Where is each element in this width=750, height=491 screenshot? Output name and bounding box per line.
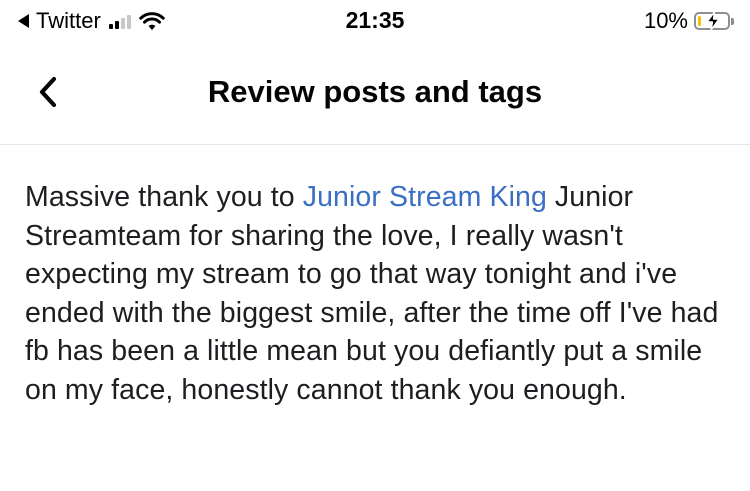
back-app-label: Twitter: [36, 8, 101, 33]
status-bar: Twitter 21:35 10%: [0, 0, 750, 44]
post-text-rest: Junior Streamteam for sharing the love, …: [25, 181, 719, 406]
battery-level-fill: [698, 16, 701, 26]
cellular-signal-icon: [108, 13, 131, 29]
battery-indicator: 10%: [644, 8, 734, 34]
screen: Twitter 21:35 10% Review posts and tags …: [0, 0, 750, 491]
page-title: Review posts and tags: [207, 74, 543, 109]
post-text: Massive thank you to Junior Stream King …: [25, 178, 725, 409]
back-triangle-icon: [18, 14, 29, 28]
battery-icon: [694, 12, 730, 30]
wifi-icon: [139, 12, 165, 30]
back-to-app-link[interactable]: Twitter: [18, 7, 165, 35]
battery-percent: 10%: [643, 8, 688, 33]
navigation-header: Review posts and tags: [0, 56, 750, 145]
post-text-intro: Massive thank you to: [25, 181, 303, 213]
mention-link[interactable]: Junior Stream King: [303, 181, 547, 213]
battery-cap: [731, 17, 734, 25]
charging-bolt-icon: [706, 12, 720, 30]
